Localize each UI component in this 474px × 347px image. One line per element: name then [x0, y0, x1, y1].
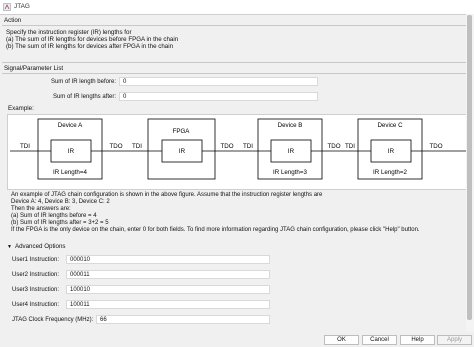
tdi-label-fpga: TDI — [132, 143, 142, 150]
tdo-label-c: TDO — [429, 143, 442, 150]
cancel-button[interactable]: Cancel — [362, 335, 397, 345]
collapse-triangle-icon: ▼ — [7, 244, 12, 250]
example-line: (b) Sum of IR lengths after = 3+2 = 5 — [11, 220, 109, 226]
action-line: Specify the instruction register (IR) le… — [6, 29, 132, 36]
params-divider-top — [2, 62, 470, 63]
fpga-ir-label: IR — [179, 148, 186, 155]
user2-label: User2 Instruction: — [12, 272, 60, 278]
action-line: (a) The sum of IR lengths for devices be… — [6, 36, 179, 43]
example-line: Device A: 4, Device B: 3, Device C: 2 — [11, 199, 110, 205]
example-line: If the FPGA is the only device on the ch… — [11, 227, 420, 233]
example-explanation: An example of JTAG chain configuration i… — [11, 192, 420, 234]
action-header: Action — [4, 17, 22, 24]
ir-after-input[interactable]: 0 — [119, 92, 318, 101]
device-b-ir-label: IR — [288, 148, 295, 155]
user3-input[interactable]: 100010 — [66, 285, 270, 294]
device-b-label: Device B — [278, 122, 303, 129]
device-c-label: Device C — [377, 122, 403, 129]
ir-before-label: Sum of IR length before: — [50, 79, 116, 85]
device-a-ir-label: IR — [68, 148, 75, 155]
device-a-label: Device A — [58, 122, 83, 129]
action-divider — [2, 25, 470, 26]
window-title: JTAG — [14, 3, 30, 10]
advanced-options-toggle[interactable]: ▼ Advanced Options — [7, 243, 66, 250]
device-b-ir-length: IR Length=3 — [273, 169, 307, 176]
example-line: An example of JTAG chain configuration i… — [11, 192, 323, 198]
device-a-ir-length: IR Length=4 — [53, 169, 87, 176]
tdi-label-a: TDI — [20, 143, 30, 150]
device-c-ir-label: IR — [388, 148, 395, 155]
action-line: (b) The sum of IR lengths for devices af… — [6, 43, 174, 50]
tdo-label-b: TDO — [327, 143, 340, 150]
device-c-ir-length: IR Length=2 — [373, 169, 407, 176]
jtag-chain-diagram: Device A IR IR Length=4 FPGA IR Device B… — [7, 114, 467, 190]
example-line: Then the answers are: — [11, 206, 71, 212]
params-header: Signal/Parameter List — [4, 65, 64, 72]
user1-input[interactable]: 000010 — [66, 255, 270, 264]
user1-label: User1 Instruction: — [12, 257, 60, 263]
user4-input[interactable]: 100011 — [66, 300, 270, 309]
clock-frequency-label: JTAG Clock Frequency (MHz): — [12, 317, 94, 323]
help-button[interactable]: Help — [400, 335, 435, 345]
example-header: Example: — [8, 105, 34, 112]
ok-button[interactable]: OK — [324, 335, 359, 345]
fpga-label: FPGA — [173, 128, 191, 135]
user3-label: User3 Instruction: — [12, 287, 60, 293]
user2-input[interactable]: 000011 — [66, 270, 270, 279]
user4-label: User4 Instruction: — [12, 302, 60, 308]
tdo-label-a: TDO — [109, 143, 122, 150]
tdo-label-fpga: TDO — [220, 143, 233, 150]
ir-after-label: Sum of IR lengths after: — [52, 94, 116, 100]
example-line: (a) Sum of IR lengths before = 4 — [11, 213, 97, 219]
jtag-chain-svg: Device A IR IR Length=4 FPGA IR Device B… — [10, 118, 466, 180]
action-description: Specify the instruction register (IR) le… — [6, 29, 178, 50]
app-icon — [3, 3, 11, 11]
tdi-label-b: TDI — [243, 143, 253, 150]
apply-button[interactable]: Apply — [437, 335, 472, 345]
tdi-label-c: TDI — [345, 143, 355, 150]
clock-frequency-input[interactable]: 66 — [96, 315, 270, 324]
title-bar: JTAG — [0, 0, 474, 15]
advanced-options-label: Advanced Options — [14, 243, 66, 250]
ir-before-input[interactable]: 0 — [119, 77, 318, 86]
params-divider — [2, 73, 470, 74]
scrollbar-thumb[interactable] — [467, 15, 472, 320]
